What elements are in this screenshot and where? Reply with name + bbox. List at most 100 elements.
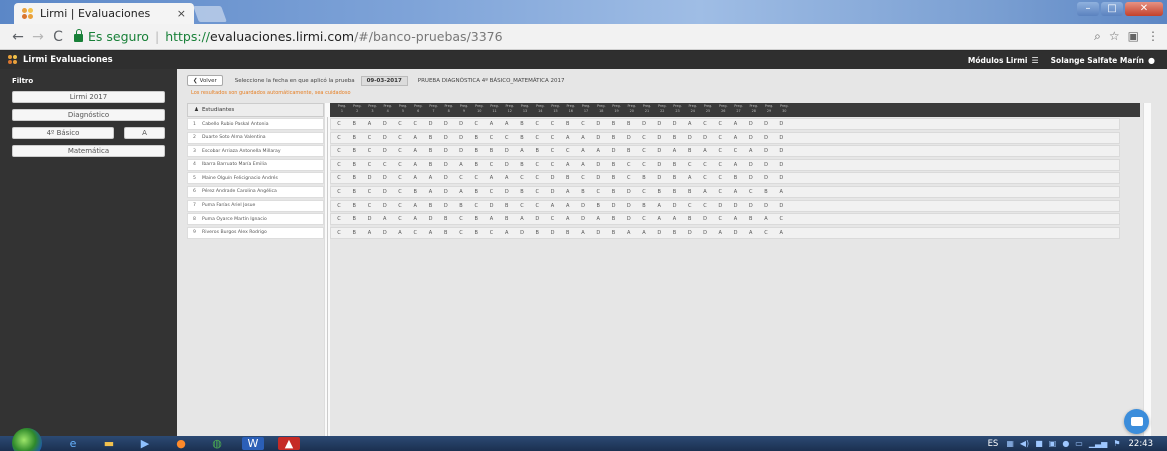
student-row[interactable]: 6 Pérez Andrade Carolina Angélica [187, 185, 324, 198]
answer-cell[interactable]: C [529, 160, 545, 170]
answer-cell[interactable]: D [697, 133, 713, 143]
answer-cell[interactable]: C [712, 146, 728, 156]
answer-cell[interactable]: D [743, 201, 759, 211]
acrobat-icon[interactable]: ▲ [278, 437, 300, 450]
answer-cell[interactable]: A [728, 133, 744, 143]
answer-cell[interactable]: D [545, 228, 561, 238]
answer-cell[interactable]: D [499, 160, 515, 170]
answer-cell[interactable]: B [484, 146, 500, 156]
answer-cell[interactable]: D [651, 146, 667, 156]
answer-cell[interactable]: D [499, 187, 515, 197]
answer-cell[interactable]: C [392, 201, 408, 211]
answer-cell[interactable]: C [621, 160, 637, 170]
answer-cell[interactable]: A [377, 214, 393, 224]
answer-cell[interactable]: D [575, 214, 591, 224]
chrome-tray-icon[interactable]: ● [1062, 439, 1069, 448]
answer-cell[interactable]: D [529, 214, 545, 224]
answer-cell[interactable]: C [499, 133, 515, 143]
answer-cell[interactable]: B [606, 119, 622, 129]
answer-cell[interactable]: D [758, 146, 774, 156]
answer-cell[interactable]: C [712, 119, 728, 129]
answer-cell[interactable]: A [407, 133, 423, 143]
answer-cell[interactable]: C [529, 173, 545, 183]
answer-cell[interactable]: A [636, 228, 652, 238]
answer-cell[interactable]: C [758, 228, 774, 238]
app-logo[interactable]: Lirmi Evaluaciones [0, 55, 113, 65]
student-row[interactable]: 5 Maine Olguín Felicignacio Andrés [187, 172, 324, 185]
answer-cell[interactable]: A [484, 214, 500, 224]
answer-cell[interactable]: B [468, 214, 484, 224]
answer-cell[interactable]: A [560, 160, 576, 170]
tray-app-icon[interactable]: ■ [1035, 439, 1043, 448]
answer-cell[interactable]: B [346, 187, 362, 197]
answer-cell[interactable]: D [697, 214, 713, 224]
answer-cell[interactable]: A [651, 214, 667, 224]
answer-cell[interactable]: D [438, 133, 454, 143]
answer-cell[interactable]: B [407, 187, 423, 197]
new-tab-button[interactable] [193, 6, 227, 22]
answer-cell[interactable]: B [575, 187, 591, 197]
answer-cell[interactable]: B [453, 201, 469, 211]
language-indicator[interactable]: ES [988, 439, 999, 449]
answer-cell[interactable]: A [407, 146, 423, 156]
answer-cell[interactable]: B [560, 119, 576, 129]
answer-cell[interactable]: A [728, 214, 744, 224]
answer-cell[interactable]: B [606, 133, 622, 143]
answer-cell[interactable]: B [346, 146, 362, 156]
answer-cell[interactable]: B [514, 187, 530, 197]
answer-cell[interactable]: A [392, 228, 408, 238]
answer-cell[interactable]: C [773, 214, 789, 224]
answer-cell[interactable]: D [514, 228, 530, 238]
answer-cell[interactable]: D [682, 228, 698, 238]
answer-cell[interactable]: A [560, 187, 576, 197]
answer-cell[interactable]: C [590, 187, 606, 197]
answer-cell[interactable]: C [362, 133, 378, 143]
answer-cell[interactable]: D [773, 146, 789, 156]
answer-cell[interactable]: D [362, 173, 378, 183]
tray-monitor-icon[interactable]: ▣ [1049, 439, 1057, 448]
answer-cell[interactable]: A [362, 228, 378, 238]
answer-cell[interactable]: B [346, 201, 362, 211]
minimize-button[interactable]: – [1077, 2, 1099, 16]
answer-cell[interactable]: C [529, 187, 545, 197]
answer-cell[interactable]: D [377, 119, 393, 129]
answer-cell[interactable]: C [560, 146, 576, 156]
answer-cell[interactable]: B [468, 187, 484, 197]
answer-cell[interactable]: D [423, 214, 439, 224]
answer-cell[interactable]: B [514, 160, 530, 170]
answer-cell[interactable]: C [575, 119, 591, 129]
firefox-icon[interactable]: ● [170, 437, 192, 450]
answer-cell[interactable]: B [423, 160, 439, 170]
answer-cell[interactable]: C [453, 173, 469, 183]
answer-cell[interactable]: B [346, 119, 362, 129]
answer-cell[interactable]: D [743, 133, 759, 143]
answer-cell[interactable]: C [545, 146, 561, 156]
answer-cell[interactable]: A [697, 146, 713, 156]
student-row[interactable]: 9 Riveros Burgos Alex Rodrigo [187, 226, 324, 239]
answer-cell[interactable]: B [667, 228, 683, 238]
answer-cell[interactable]: A [651, 201, 667, 211]
answer-cell[interactable]: D [438, 146, 454, 156]
answer-cell[interactable]: C [407, 119, 423, 129]
media-icon[interactable]: ▶ [134, 437, 156, 450]
answer-cell[interactable]: D [758, 133, 774, 143]
student-row[interactable]: 4 Ibarra Barruato María Emilia [187, 158, 324, 171]
answer-cell[interactable]: D [453, 119, 469, 129]
answer-cell[interactable]: B [636, 173, 652, 183]
answer-cell[interactable]: C [545, 160, 561, 170]
answer-cell[interactable]: B [560, 228, 576, 238]
extension-icon[interactable]: ▣ [1128, 29, 1139, 44]
url-input[interactable]: Es seguro | https://evaluaciones.lirmi.c… [74, 27, 1094, 47]
answer-cell[interactable]: B [682, 146, 698, 156]
answer-cell[interactable]: C [712, 133, 728, 143]
answer-cell[interactable]: A [545, 201, 561, 211]
answer-cell[interactable]: C [636, 160, 652, 170]
answer-cell[interactable]: D [773, 201, 789, 211]
answer-cell[interactable]: C [697, 160, 713, 170]
answer-cell[interactable]: A [590, 214, 606, 224]
answer-cell[interactable]: B [468, 228, 484, 238]
answer-cell[interactable]: D [606, 146, 622, 156]
answer-cell[interactable]: D [453, 146, 469, 156]
answer-cell[interactable]: D [590, 133, 606, 143]
answer-cell[interactable]: C [377, 160, 393, 170]
